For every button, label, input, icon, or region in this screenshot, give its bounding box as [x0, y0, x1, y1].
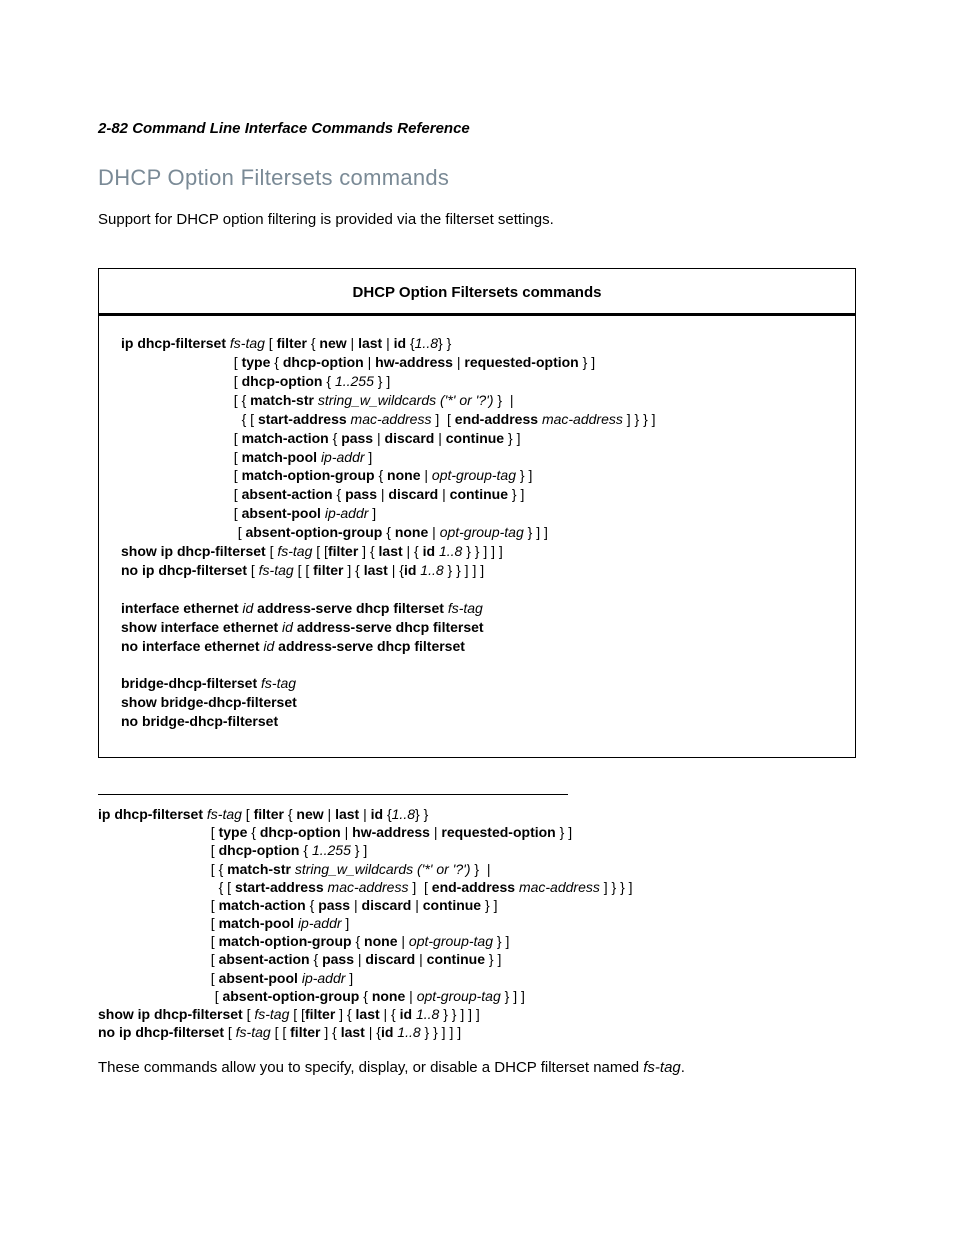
intro-paragraph: Support for DHCP option filtering is pro… [98, 211, 856, 228]
section-title: DHCP Option Filtersets commands [98, 165, 856, 191]
syntax-block-box: ip dhcp-filterset fs-tag [ filter { new … [121, 334, 833, 731]
desc-text: These commands allow you to specify, dis… [98, 1059, 643, 1076]
syntax-block-detail: ip dhcp-filterset fs-tag [ filter { new … [98, 799, 856, 1041]
box-title: DHCP Option Filtersets commands [99, 283, 855, 316]
page-header: 2-82 Command Line Interface Commands Ref… [98, 120, 856, 137]
page: 2-82 Command Line Interface Commands Ref… [0, 0, 954, 1235]
description-paragraph: These commands allow you to specify, dis… [98, 1059, 856, 1076]
command-summary-box: DHCP Option Filtersets commands ip dhcp-… [98, 268, 856, 758]
divider [98, 794, 568, 795]
desc-suffix: . [681, 1059, 685, 1076]
desc-em: fs-tag [643, 1059, 681, 1076]
